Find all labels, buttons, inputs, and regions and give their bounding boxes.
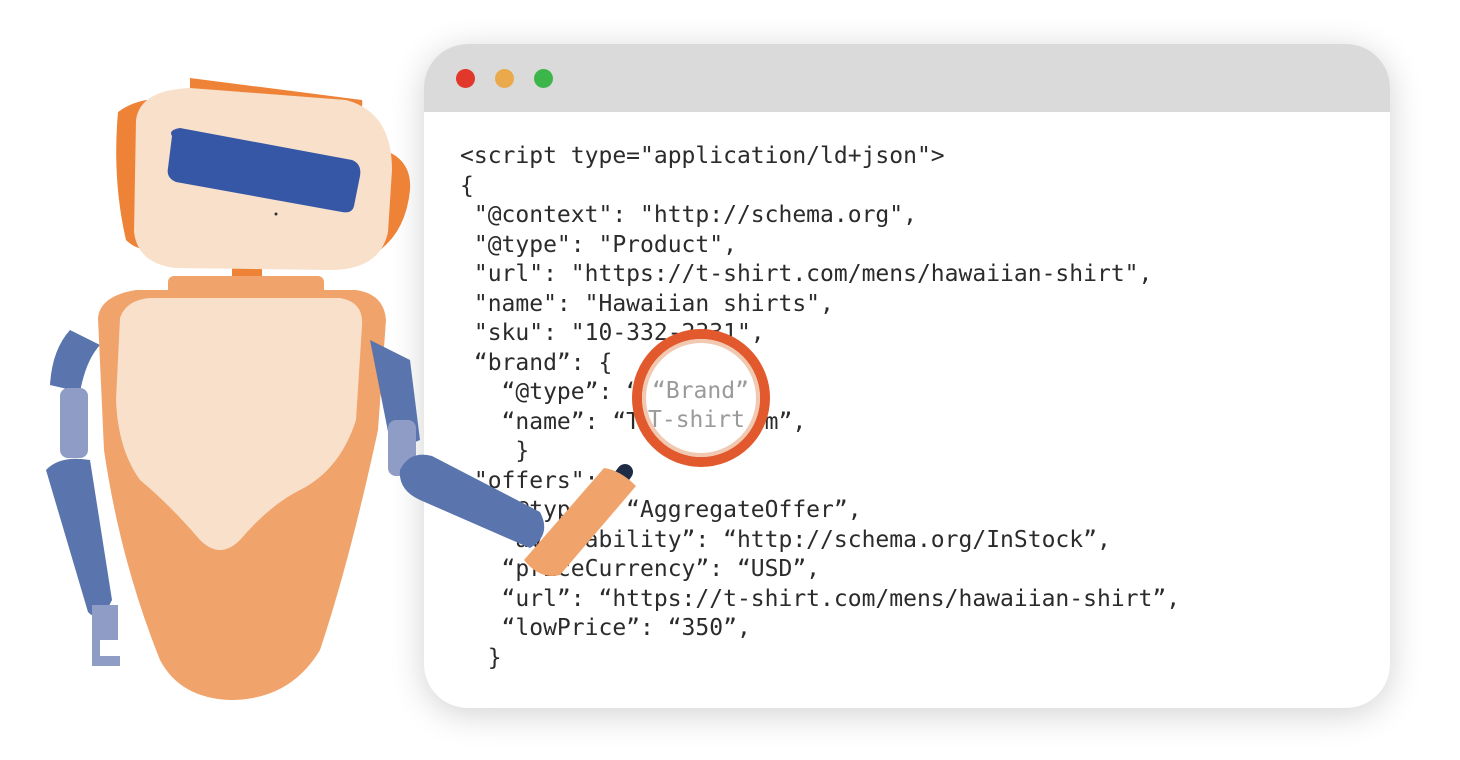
close-dot[interactable] [456, 69, 475, 88]
robot-head [116, 78, 411, 270]
code-line-brand-type: “@type”: “Brand”, [460, 379, 737, 405]
window-titlebar [424, 44, 1390, 112]
minimize-dot[interactable] [495, 69, 514, 88]
code-line-low-price: “lowPrice”: “350”, [460, 615, 751, 641]
code-line-url: "url": "https://t-shirt.com/mens/hawaiia… [460, 261, 1153, 287]
code-line-brand-close: } [460, 438, 530, 464]
code-line-offers: "offers": { [460, 467, 627, 494]
code-line-price-currency: “priceCurrency”: “USD”, [460, 556, 821, 582]
robot-visor [167, 128, 361, 213]
code-line-offer-url: “url”: “https://t-shirt.com/mens/hawaiia… [460, 585, 1181, 612]
code-line-type: "@type": "Product", [460, 231, 737, 258]
maximize-dot[interactable] [534, 69, 553, 88]
code-line-offer-type: “@type”: “AggregateOffer”, [460, 497, 862, 523]
code-line-context: "@context": "http://schema.org", [460, 202, 917, 228]
illustration: <script type="application/ld+json"> { "@c… [0, 0, 1460, 760]
robot-body [98, 276, 386, 700]
code-line-offers-close: } [460, 644, 502, 671]
robot-left-arm [46, 330, 120, 666]
code-window: <script type="application/ld+json"> { "@c… [424, 44, 1390, 708]
code-line-sku: "sku": "10-332-2331", [460, 320, 765, 346]
code-line-brand: “brand”: { [460, 349, 613, 376]
json-ld-code-block: <script type="application/ld+json"> { "@c… [460, 142, 1180, 673]
robot-neck [232, 252, 262, 282]
code-line-script-open: <script type="application/ld+json"> [460, 143, 945, 169]
code-line-brand-name: “name”: “T-shirt.com”, [460, 408, 807, 435]
code-line-name: "name": "Hawaiian shirts", [460, 290, 834, 317]
code-line-availability: “availability”: “http://schema.org/InSto… [460, 526, 1111, 553]
code-line-open-brace: { [460, 172, 474, 199]
